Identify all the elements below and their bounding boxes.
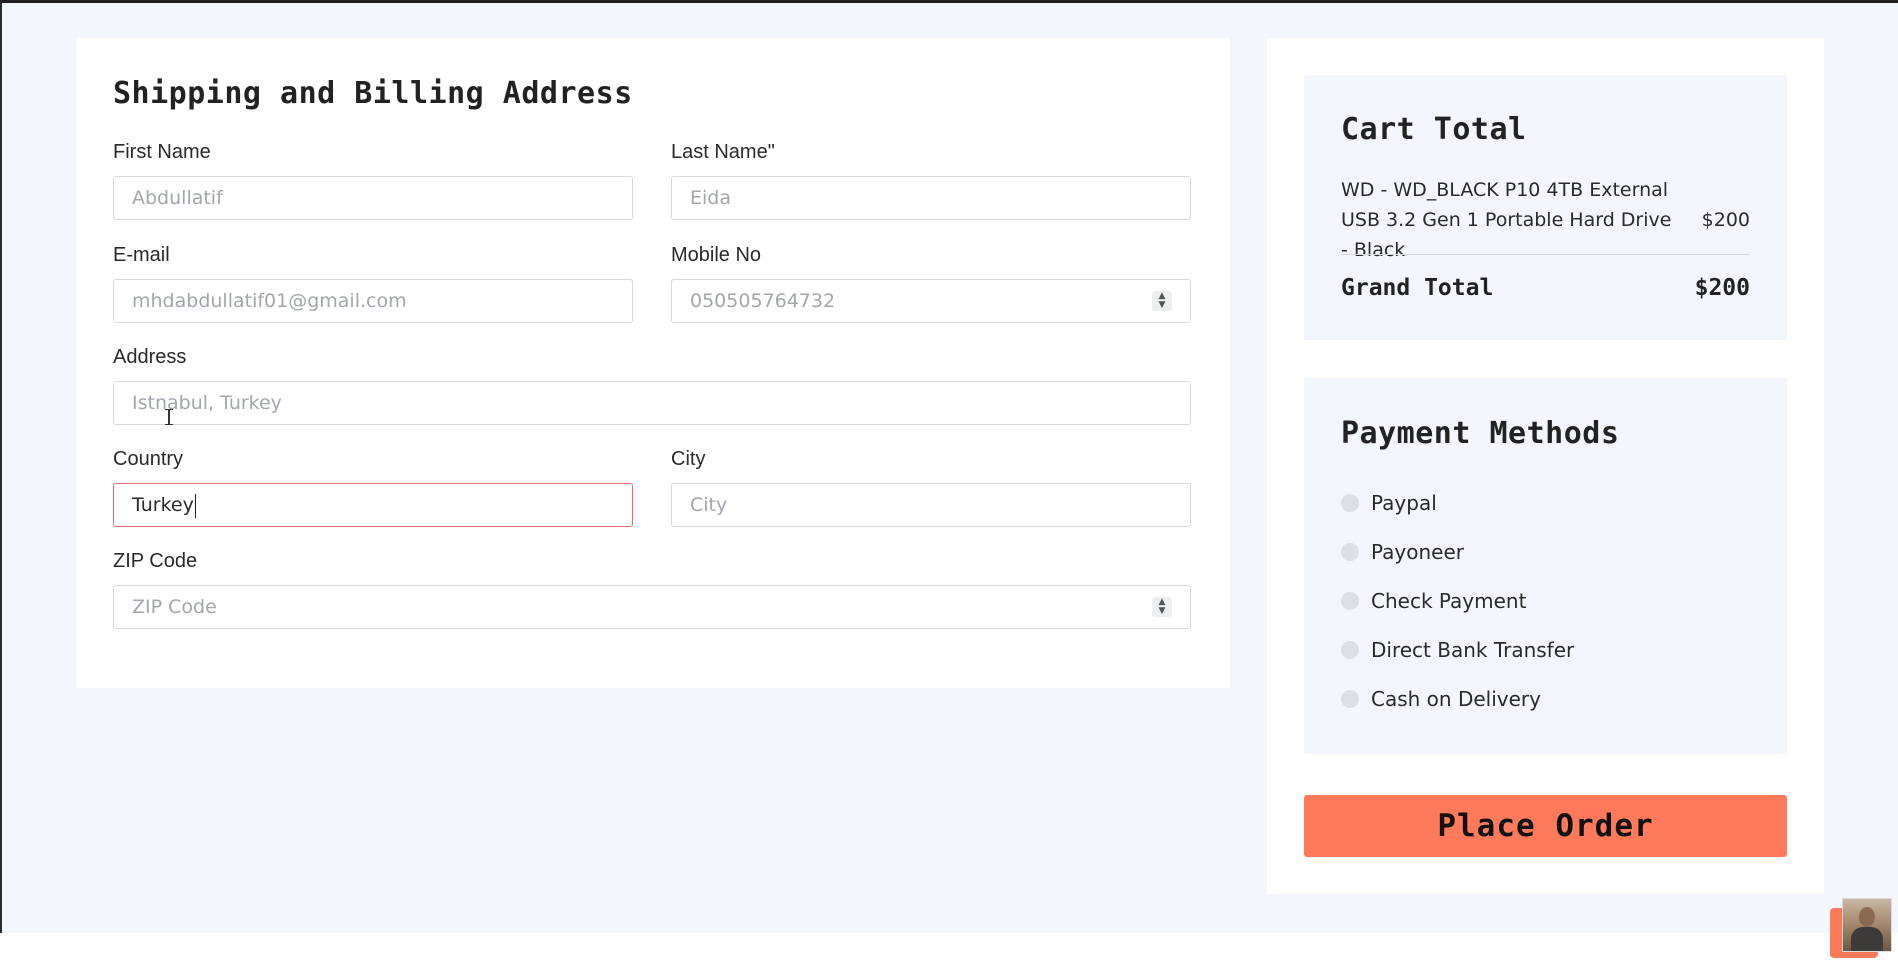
- place-order-button[interactable]: Place Order: [1304, 795, 1787, 857]
- city-input[interactable]: City: [671, 483, 1191, 527]
- payment-method-list: Paypal Payoneer Check Payment Direct Ban…: [1341, 478, 1574, 723]
- radio-unselected-icon[interactable]: [1341, 542, 1359, 561]
- grand-total-value: $200: [1694, 275, 1750, 301]
- city-label: City: [671, 448, 706, 470]
- cart-total-title: Cart Total: [1341, 112, 1527, 147]
- number-spinner-icon[interactable]: ▲ ▼: [1152, 597, 1172, 617]
- country-label: Country: [113, 448, 184, 470]
- payment-option-check[interactable]: Check Payment: [1341, 576, 1574, 625]
- payment-option-label: Direct Bank Transfer: [1371, 637, 1575, 662]
- shipping-billing-title: Shipping and Billing Address: [113, 76, 633, 111]
- radio-unselected-icon[interactable]: [1341, 493, 1359, 512]
- text-cursor-icon: [165, 409, 173, 425]
- city-group: City City: [671, 448, 1191, 527]
- webcam-person-body: [1851, 927, 1883, 951]
- cart-item-price: $200: [1701, 209, 1750, 231]
- email-input[interactable]: mhdabdullatif01@gmail.com: [113, 279, 633, 323]
- payment-option-label: Payoneer: [1371, 539, 1464, 564]
- country-value: Turkey: [132, 494, 194, 516]
- page-footer-strip: [0, 933, 1898, 973]
- zip-input[interactable]: ZIP Code ▲ ▼: [113, 585, 1191, 629]
- text-caret: [194, 493, 196, 518]
- first-name-input[interactable]: Abdullatif: [113, 176, 633, 220]
- payment-option-payoneer[interactable]: Payoneer: [1341, 527, 1574, 576]
- radio-unselected-icon[interactable]: [1341, 689, 1359, 708]
- browser-top-edge: [0, 0, 1898, 3]
- payment-option-label: Cash on Delivery: [1371, 686, 1541, 711]
- radio-unselected-icon[interactable]: [1341, 640, 1359, 659]
- address-input[interactable]: Istnabul, Turkey: [113, 381, 1191, 425]
- payment-methods-card: Payment Methods Paypal Payoneer Check Pa…: [1304, 378, 1787, 754]
- last-name-label: Last Name": [671, 141, 775, 163]
- cart-total-card: Cart Total WD - WD_BLACK P10 4TB Externa…: [1304, 75, 1787, 340]
- last-name-input[interactable]: Eida: [671, 176, 1191, 220]
- payment-option-cash-on-delivery[interactable]: Cash on Delivery: [1341, 674, 1574, 723]
- mobile-placeholder: 050505764732: [690, 290, 836, 312]
- first-name-label: First Name: [113, 141, 211, 163]
- last-name-group: Last Name" Eida: [671, 141, 1191, 220]
- cart-divider: [1341, 254, 1750, 255]
- webcam-overlay: [1842, 898, 1892, 952]
- shipping-billing-panel: Shipping and Billing Address First Name …: [77, 38, 1230, 688]
- grand-total-label: Grand Total: [1341, 275, 1494, 301]
- mobile-input[interactable]: 050505764732 ▲ ▼: [671, 279, 1191, 323]
- webcam-person-head: [1859, 907, 1875, 927]
- order-summary-sidebar: Cart Total WD - WD_BLACK P10 4TB Externa…: [1267, 38, 1824, 894]
- first-name-group: First Name Abdullatif: [113, 141, 633, 220]
- zip-group: ZIP Code ZIP Code ▲ ▼: [113, 550, 1191, 629]
- payment-option-bank-transfer[interactable]: Direct Bank Transfer: [1341, 625, 1574, 674]
- cart-item-name: WD - WD_BLACK P10 4TB External USB 3.2 G…: [1341, 179, 1672, 261]
- country-input[interactable]: Turkey: [113, 483, 633, 527]
- window-left-edge: [0, 0, 2, 973]
- zip-label: ZIP Code: [113, 550, 198, 572]
- email-group: E-mail mhdabdullatif01@gmail.com: [113, 244, 633, 323]
- country-group: Country Turkey: [113, 448, 633, 527]
- payment-option-label: Paypal: [1371, 490, 1437, 515]
- email-label: E-mail: [113, 244, 170, 266]
- payment-option-paypal[interactable]: Paypal: [1341, 478, 1574, 527]
- address-label: Address: [113, 346, 187, 368]
- zip-placeholder: ZIP Code: [132, 596, 217, 618]
- payment-option-label: Check Payment: [1371, 588, 1527, 613]
- radio-unselected-icon[interactable]: [1341, 591, 1359, 610]
- mobile-group: Mobile No 050505764732 ▲ ▼: [671, 244, 1191, 323]
- address-group: Address Istnabul, Turkey: [113, 346, 1191, 425]
- payment-methods-title: Payment Methods: [1341, 416, 1620, 451]
- mobile-label: Mobile No: [671, 244, 762, 266]
- number-spinner-icon[interactable]: ▲ ▼: [1152, 291, 1172, 311]
